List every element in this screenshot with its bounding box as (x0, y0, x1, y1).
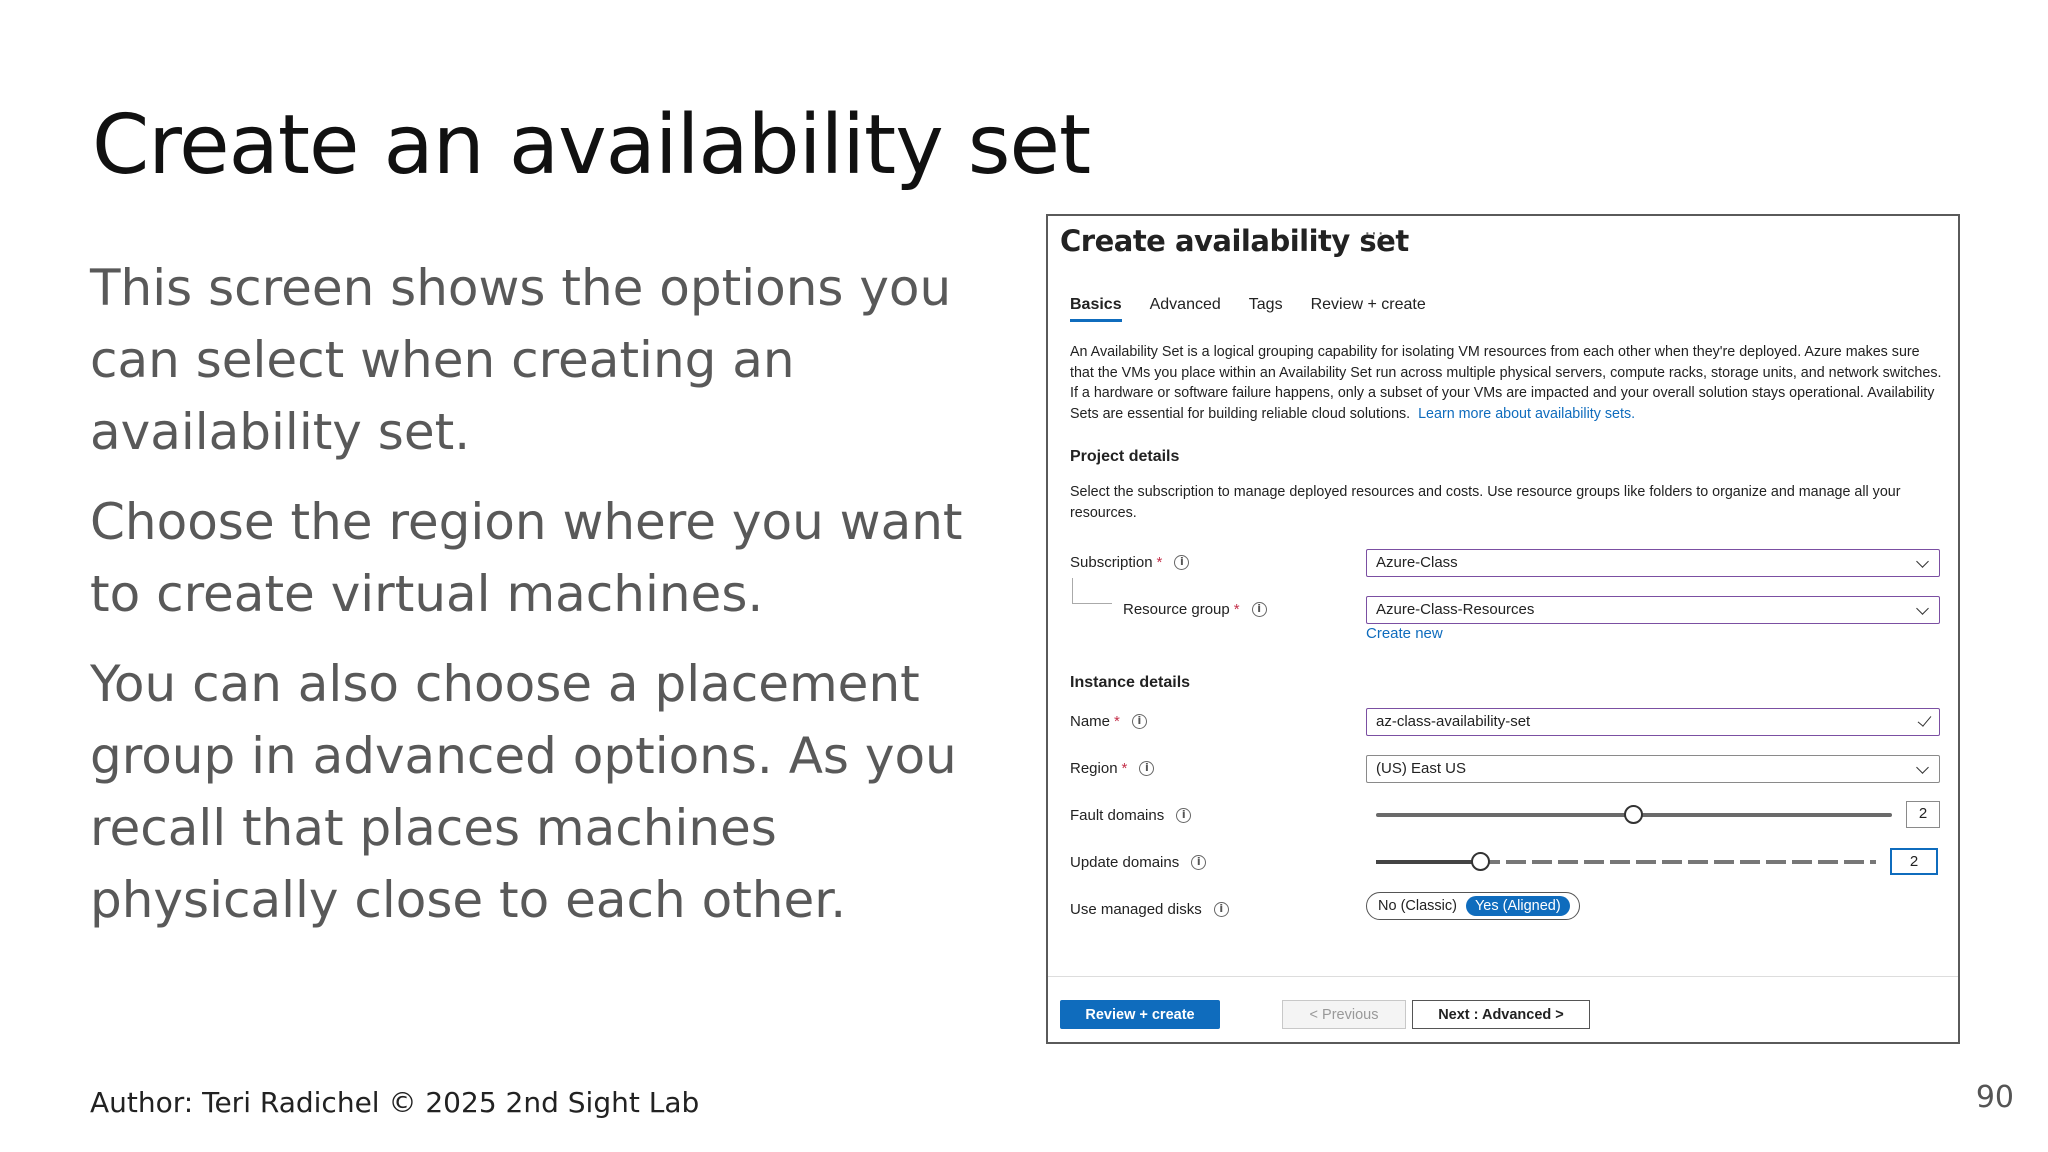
project-details-heading: Project details (1070, 448, 1180, 465)
more-options-icon[interactable]: ··· (1364, 222, 1384, 245)
info-icon[interactable]: i (1174, 555, 1190, 570)
update-domains-label: Update domains i (1070, 854, 1207, 871)
info-icon[interactable]: i (1213, 902, 1229, 917)
resource-group-select[interactable]: Azure-Class-Resources (1366, 596, 1940, 624)
required-marker: * (1156, 554, 1163, 571)
review-create-button[interactable]: Review + create (1060, 1000, 1220, 1029)
resource-group-label-text: Resource group (1123, 601, 1230, 618)
tab-review-create[interactable]: Review + create (1311, 296, 1426, 322)
slide-title: Create an availability set (92, 98, 1091, 193)
option-yes-aligned[interactable]: Yes (Aligned) (1465, 896, 1570, 916)
panel-title: Create availability set (1060, 224, 1409, 258)
info-icon[interactable]: i (1131, 714, 1147, 729)
tab-tags[interactable]: Tags (1249, 296, 1283, 322)
resource-group-value: Azure-Class-Resources (1376, 601, 1535, 618)
subscription-label-text: Subscription (1070, 554, 1153, 571)
resource-group-label: Resource group * i (1123, 601, 1267, 618)
info-icon[interactable]: i (1191, 855, 1207, 870)
update-domains-slider-thumb[interactable] (1471, 852, 1490, 871)
region-label: Region * i (1070, 760, 1155, 777)
fault-domains-slider-thumb[interactable] (1624, 805, 1643, 824)
update-domains-slider-fill (1376, 860, 1481, 864)
name-label: Name * i (1070, 713, 1147, 730)
create-new-resource-group-link[interactable]: Create new (1366, 625, 1443, 642)
subscription-select[interactable]: Azure-Class (1366, 549, 1940, 577)
region-value: (US) East US (1376, 760, 1467, 777)
paragraph-region: Choose the region where you want to crea… (90, 493, 963, 623)
learn-more-link[interactable]: Learn more about availability sets. (1418, 406, 1635, 422)
footer-divider (1048, 976, 1958, 977)
previous-button[interactable]: < Previous (1282, 1000, 1406, 1029)
managed-disks-label: Use managed disks i (1070, 901, 1229, 918)
tab-basics[interactable]: Basics (1070, 296, 1122, 322)
name-label-text: Name (1070, 713, 1111, 730)
subscription-value: Azure-Class (1376, 554, 1458, 571)
update-domains-label-text: Update domains (1070, 854, 1180, 871)
update-domains-input[interactable]: 2 (1890, 848, 1938, 875)
info-icon[interactable]: i (1176, 808, 1192, 823)
region-select[interactable]: (US) East US (1366, 755, 1940, 783)
chevron-down-icon (1916, 602, 1929, 615)
availability-set-description: An Availability Set is a logical groupin… (1070, 342, 1946, 424)
tab-bar: Basics Advanced Tags Review + create (1070, 296, 1426, 322)
name-input[interactable]: az-class-availability-set (1366, 708, 1940, 736)
required-marker: * (1114, 713, 1120, 730)
instance-details-heading: Instance details (1070, 674, 1191, 691)
fault-domains-label: Fault domains i (1070, 807, 1192, 824)
tab-advanced[interactable]: Advanced (1150, 296, 1221, 322)
option-no-classic[interactable]: No (Classic) (1369, 896, 1466, 916)
managed-disks-toggle[interactable]: No (Classic) Yes (Aligned) (1366, 892, 1580, 920)
managed-disks-label-text: Use managed disks (1070, 901, 1202, 918)
name-value: az-class-availability-set (1376, 713, 1531, 730)
subscription-label: Subscription * i (1070, 554, 1190, 571)
chevron-down-icon (1916, 555, 1929, 568)
fault-domains-input[interactable]: 2 (1906, 801, 1940, 828)
region-label-text: Region (1070, 760, 1118, 777)
project-details-description: Select the subscription to manage deploy… (1070, 484, 1901, 521)
paragraph-placement: You can also choose a placement group in… (90, 655, 957, 929)
slide-body: This screen shows the options you can se… (90, 252, 990, 954)
fault-domains-label-text: Fault domains (1070, 807, 1165, 824)
page-number: 90 (1975, 1080, 2014, 1115)
next-advanced-button[interactable]: Next : Advanced > (1412, 1000, 1590, 1029)
author-credit: Author: Teri Radichel © 2025 2nd Sight L… (90, 1086, 700, 1119)
info-icon[interactable]: i (1139, 761, 1155, 776)
create-availability-set-panel: Create availability set ··· Basics Advan… (1046, 214, 1960, 1044)
required-marker: * (1121, 760, 1128, 777)
checkmark-icon (1917, 712, 1932, 727)
paragraph-intro: This screen shows the options you can se… (90, 259, 952, 461)
required-marker: * (1233, 601, 1240, 618)
info-icon[interactable]: i (1251, 602, 1267, 617)
chevron-down-icon (1916, 761, 1929, 774)
hierarchy-connector (1072, 578, 1112, 604)
